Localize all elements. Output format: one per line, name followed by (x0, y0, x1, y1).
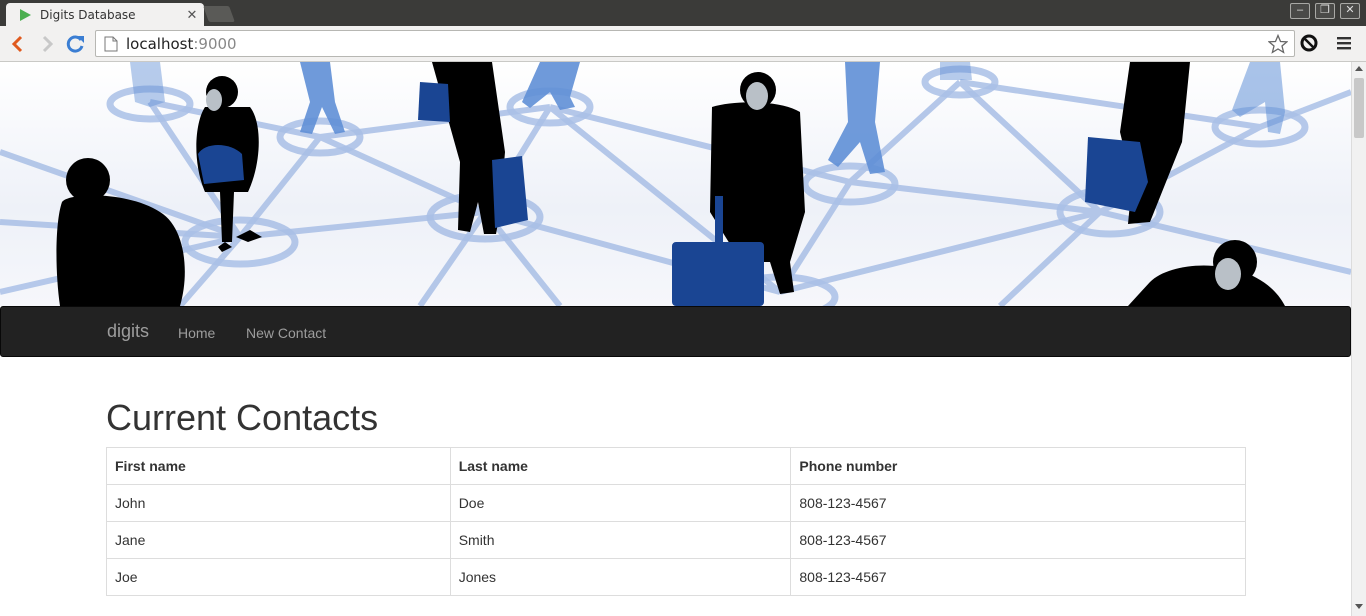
back-arrow-icon[interactable] (6, 32, 30, 56)
table-row: Jane Smith 808-123-4567 (106, 521, 1246, 559)
nav-link-home[interactable]: Home (178, 325, 215, 341)
cell-last-name: Jones (449, 558, 792, 596)
network-people-illustration (0, 62, 1351, 321)
minimize-button[interactable]: – (1290, 3, 1310, 19)
browser-titlebar: Digits Database ✕ – ❐ ✕ (0, 0, 1366, 26)
table-header-row: First name Last name Phone number (106, 447, 1246, 485)
url-host: localhost (126, 34, 194, 53)
cell-phone-number: 808-123-4567 (790, 484, 1246, 522)
cell-last-name: Smith (449, 521, 792, 559)
navbar-brand[interactable]: digits (107, 321, 149, 342)
cell-first-name: Joe (106, 558, 451, 596)
scroll-up-arrow-icon[interactable] (1355, 66, 1363, 71)
url-port: :9000 (193, 34, 237, 53)
star-icon[interactable] (1268, 34, 1288, 54)
play-triangle-icon (20, 8, 31, 21)
forward-arrow-icon[interactable] (35, 32, 59, 56)
column-header-last-name: Last name (449, 447, 792, 485)
browser-tab[interactable]: Digits Database ✕ (6, 3, 204, 26)
column-header-first-name: First name (106, 447, 451, 485)
scroll-down-arrow-icon[interactable] (1355, 604, 1363, 609)
cell-phone-number: 808-123-4567 (790, 521, 1246, 559)
column-header-phone-number: Phone number (790, 447, 1246, 485)
hamburger-menu-icon[interactable] (1336, 35, 1352, 51)
extension-icon[interactable] (1299, 33, 1319, 53)
page-title: Current Contacts (106, 397, 379, 438)
cell-phone-number: 808-123-4567 (790, 558, 1246, 596)
nav-link-new-contact[interactable]: New Contact (246, 325, 326, 341)
header-banner-image (0, 62, 1351, 321)
new-tab-button[interactable] (203, 6, 235, 22)
restore-button[interactable]: ❐ (1315, 3, 1335, 19)
cell-first-name: John (106, 484, 451, 522)
table-row: Joe Jones 808-123-4567 (106, 558, 1246, 596)
table-row: John Doe 808-123-4567 (106, 484, 1246, 522)
top-navbar: digits Home New Contact (0, 306, 1351, 357)
tab-title: Digits Database (40, 7, 136, 22)
address-bar[interactable]: localhost:9000 (95, 30, 1295, 57)
tab-close-icon[interactable]: ✕ (184, 7, 200, 23)
scrollbar-thumb[interactable] (1354, 78, 1364, 138)
cell-last-name: Doe (449, 484, 792, 522)
browser-toolbar: localhost:9000 (0, 26, 1366, 62)
cell-first-name: Jane (106, 521, 451, 559)
page-icon (104, 36, 118, 51)
vertical-scrollbar[interactable] (1351, 62, 1366, 616)
contacts-table: First name Last name Phone number John D… (106, 447, 1246, 596)
close-window-button[interactable]: ✕ (1340, 3, 1360, 19)
page-viewport: digits Home New Contact Current Contacts… (0, 62, 1351, 616)
reload-icon[interactable] (63, 32, 87, 56)
